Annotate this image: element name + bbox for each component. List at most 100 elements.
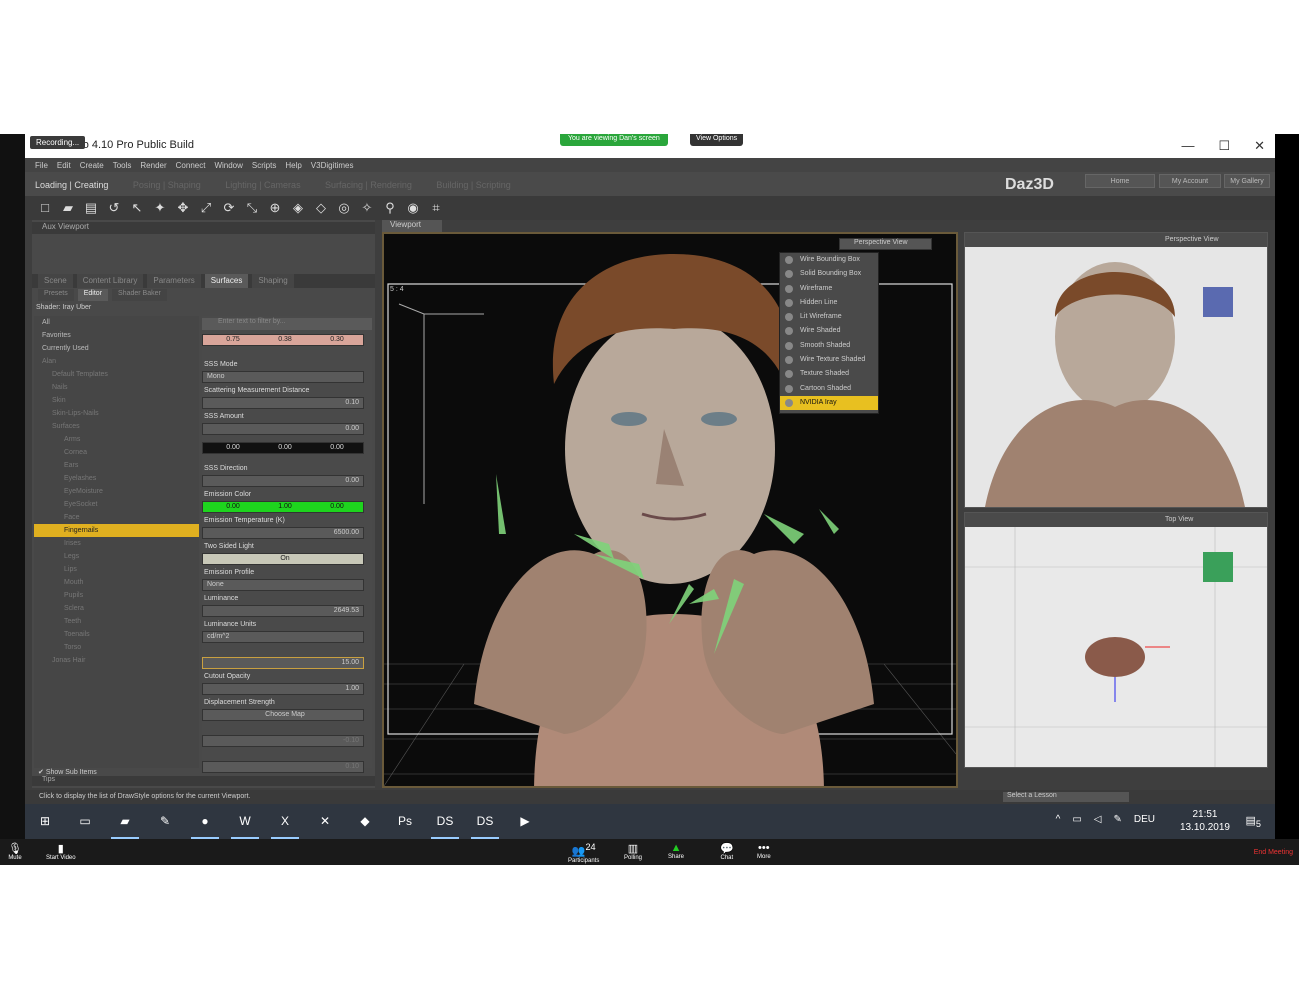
task-view-icon[interactable]: ▭ <box>65 804 105 839</box>
notes-icon[interactable]: ◆ <box>345 804 385 839</box>
chat-button[interactable]: 💬 Chat <box>720 842 734 861</box>
tree-item[interactable]: Legs <box>34 550 199 563</box>
node-selection-icon[interactable]: ✥ <box>175 200 191 216</box>
frame-icon[interactable]: ⌗ <box>428 200 444 216</box>
drawstyle-item[interactable]: Smooth Shaded <box>780 339 878 353</box>
polling-button[interactable]: ▥ Polling <box>624 842 642 861</box>
tree-item[interactable]: Surfaces <box>34 420 199 433</box>
tree-item[interactable]: Cornea <box>34 446 199 459</box>
tab-lighting-cameras[interactable]: Lighting | Cameras <box>225 180 300 190</box>
surface-selection-icon[interactable]: ◇ <box>313 200 329 216</box>
share-button[interactable]: ▲ Share <box>668 842 684 860</box>
tree-item[interactable]: Ears <box>34 459 199 472</box>
luminous-efficacy-slider[interactable]: 15.00 <box>202 657 364 669</box>
drawstyle-item[interactable]: Texture Shaded <box>780 367 878 381</box>
undo-icon[interactable]: ↺ <box>106 200 122 216</box>
notification-icon[interactable]: ▤5 <box>1246 814 1262 829</box>
tree-item[interactable]: Jonas Hair <box>34 654 199 667</box>
tree-item[interactable]: Lips <box>34 563 199 576</box>
chevron-up-icon[interactable]: ^ <box>1056 814 1061 825</box>
tips-tab[interactable]: Tips <box>32 776 375 786</box>
right-top-viewport[interactable]: Perspective View <box>964 232 1268 508</box>
tree-item[interactable]: Alan <box>34 355 199 368</box>
start-video-button[interactable]: ▮ Start Video <box>46 842 76 861</box>
save-icon[interactable]: ▤ <box>83 200 99 216</box>
tree-item[interactable]: EyeSocket <box>34 498 199 511</box>
x-app-icon[interactable]: ✕ <box>305 804 345 839</box>
tree-item[interactable]: Skin <box>34 394 199 407</box>
tree-item[interactable]: EyeMoisture <box>34 485 199 498</box>
min-displacement-slider[interactable]: -0.10 <box>202 735 364 747</box>
menu-help[interactable]: Help <box>285 161 301 170</box>
menu-render[interactable]: Render <box>140 161 166 170</box>
tree-item[interactable]: Default Templates <box>34 368 199 381</box>
tab-editor[interactable]: Editor <box>77 289 109 301</box>
tab-scene[interactable]: Scene <box>38 274 73 288</box>
end-meeting-button[interactable]: End Meeting <box>1254 849 1293 856</box>
emission-profile-select[interactable]: None <box>202 579 364 591</box>
maximize-icon[interactable]: ☐ <box>1218 138 1230 154</box>
tree-item[interactable]: Torso <box>34 641 199 654</box>
tab-presets[interactable]: Presets <box>38 289 74 301</box>
menu-v3digitimes[interactable]: V3Digitimes <box>311 161 354 170</box>
color-field[interactable]: 0.75 0.38 0.30 <box>202 334 364 346</box>
black-color-field[interactable]: 0.00 0.00 0.00 <box>202 442 364 454</box>
perspective-view-button[interactable]: Perspective View <box>839 238 932 250</box>
viewport-tab[interactable]: Viewport <box>382 220 442 232</box>
show-sub-items-checkbox[interactable]: ✔ Show Sub Items <box>38 768 97 776</box>
rotate-icon[interactable]: ⟳ <box>221 200 237 216</box>
drawstyle-item[interactable]: NVIDIA Iray <box>780 395 878 411</box>
tab-building-scripting[interactable]: Building | Scripting <box>436 180 510 190</box>
max-displacement-slider[interactable]: 0.10 <box>202 761 364 773</box>
tree-item[interactable]: Mouth <box>34 576 199 589</box>
scale-icon[interactable]: ⤡ <box>244 200 260 216</box>
emission-color-field[interactable]: 0.00 1.00 0.00 <box>202 501 364 513</box>
volume-icon[interactable]: ◁ <box>1094 814 1102 825</box>
clock[interactable]: 21:51 13.10.2019 <box>1180 808 1230 834</box>
translate-icon[interactable]: ⤢ <box>198 200 214 216</box>
filter-input[interactable]: Enter text to filter by... <box>202 318 372 330</box>
tree-item[interactable]: Sclera <box>34 602 199 615</box>
tab-surfaces[interactable]: Surfaces <box>204 274 249 288</box>
word-icon[interactable]: W <box>225 804 265 839</box>
drawstyle-item[interactable]: Wireframe <box>780 282 878 296</box>
sss-amount-slider[interactable]: 0.00 <box>202 423 364 435</box>
mute-button[interactable]: 🎙 Mute <box>8 842 22 861</box>
participants-button[interactable]: 👥24 Participants <box>568 842 599 864</box>
menu-window[interactable]: Window <box>214 161 242 170</box>
right-top-view-label[interactable]: Perspective View <box>1165 236 1219 243</box>
pen-icon[interactable]: ✎ <box>1113 814 1121 825</box>
daz-studio-2-icon[interactable]: DS <box>465 804 505 839</box>
tab-content-library[interactable]: Content Library <box>76 274 144 288</box>
luminance-units-select[interactable]: cd/m^2 <box>202 631 364 643</box>
drawstyle-item[interactable]: Wire Shaded <box>780 324 878 338</box>
tree-item[interactable]: Arms <box>34 433 199 446</box>
tree-item[interactable]: Favorites <box>34 329 199 342</box>
sss-mode-select[interactable]: Mono <box>202 371 364 383</box>
minimize-icon[interactable]: — <box>1181 138 1194 154</box>
menu-scripts[interactable]: Scripts <box>252 161 276 170</box>
transform-icon[interactable]: ✧ <box>359 200 375 216</box>
render-icon[interactable]: ◉ <box>405 200 421 216</box>
tree-item[interactable]: Nails <box>34 381 199 394</box>
open-folder-icon[interactable]: ▰ <box>60 200 76 216</box>
tree-item[interactable]: Toenails <box>34 628 199 641</box>
menu-connect[interactable]: Connect <box>176 161 206 170</box>
close-icon[interactable]: ✕ <box>1254 138 1265 154</box>
bone-icon[interactable]: ⚲ <box>382 200 398 216</box>
view-options-button[interactable]: View Options <box>690 134 744 146</box>
firefox-icon[interactable]: ● <box>185 804 225 839</box>
daz-studio-icon[interactable]: DS <box>425 804 465 839</box>
two-sided-toggle[interactable]: On <box>202 553 364 565</box>
recording-indicator[interactable]: Recording... <box>30 136 86 149</box>
menu-file[interactable]: File <box>35 161 48 170</box>
drawstyle-item[interactable]: Wire Bounding Box <box>780 253 878 267</box>
luminance-slider[interactable]: 2649.53 <box>202 605 364 617</box>
photoshop-icon[interactable]: Ps <box>385 804 425 839</box>
excel-icon[interactable]: X <box>265 804 305 839</box>
joint-editor-icon[interactable]: ⊕ <box>267 200 283 216</box>
sss-direction-slider[interactable]: 0.00 <box>202 475 364 487</box>
drawstyle-item[interactable]: Cartoon Shaded <box>780 382 878 396</box>
file-explorer-icon[interactable]: ▰ <box>105 804 145 839</box>
menu-create[interactable]: Create <box>80 161 104 170</box>
